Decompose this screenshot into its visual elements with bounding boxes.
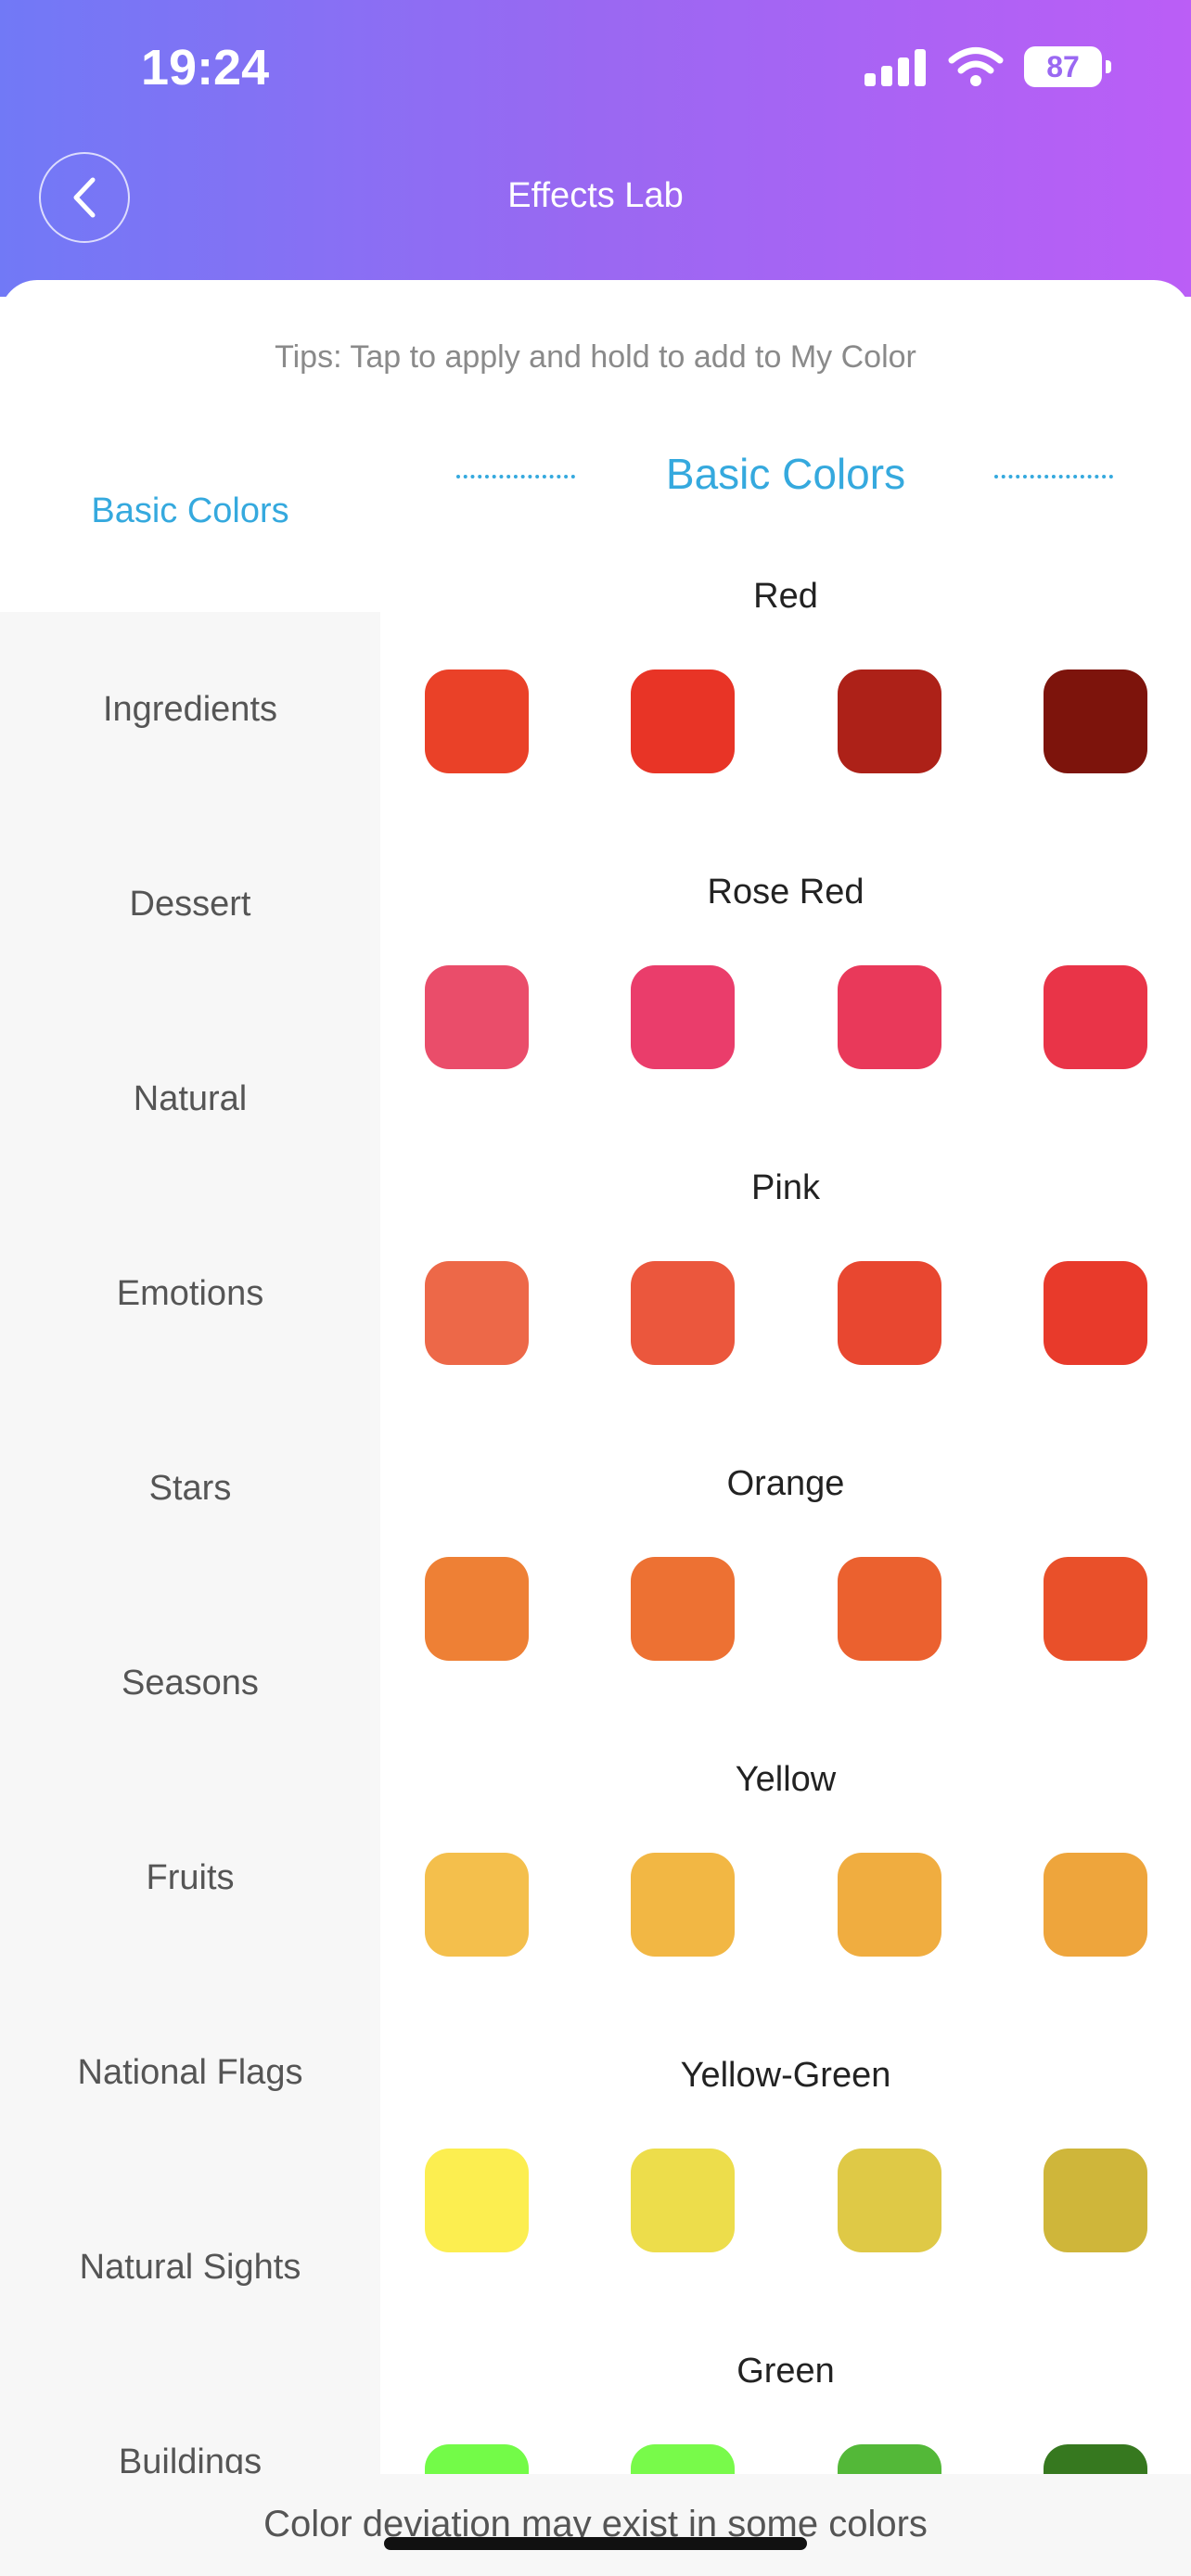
color-swatch[interactable] [631,1261,735,1365]
color-swatch[interactable] [425,1853,529,1957]
sidebar-item[interactable]: Dessert [0,885,380,925]
sidebar-item[interactable]: Seasons [0,1664,380,1703]
color-swatch[interactable] [425,1261,529,1365]
color-swatch[interactable] [1044,965,1147,1069]
color-swatch[interactable] [1044,2149,1147,2252]
color-swatch[interactable] [838,965,941,1069]
status-time: 19:24 [141,40,270,96]
sidebar-item[interactable]: Ingredients [0,690,380,730]
color-swatch[interactable] [631,1557,735,1661]
color-swatch[interactable] [1044,1853,1147,1957]
sidebar-item[interactable]: National Flags [0,2053,380,2093]
color-swatch[interactable] [425,2149,529,2252]
color-group-title: Yellow-Green [680,2056,891,2095]
color-swatch[interactable] [425,670,529,773]
sidebar-item[interactable]: Fruits [0,1858,380,1898]
sidebar-item[interactable]: Natural [0,1079,380,1119]
color-swatch[interactable] [425,965,529,1069]
home-indicator [384,2537,807,2550]
color-group-title: Red [753,577,818,616]
color-swatch[interactable] [838,1557,941,1661]
page-title: Effects Lab [507,176,684,215]
color-swatch[interactable] [1044,670,1147,773]
color-swatch[interactable] [631,965,735,1069]
cellular-signal-icon [864,49,926,86]
color-swatch[interactable] [838,1261,941,1365]
tips-text: Tips: Tap to apply and hold to add to My… [275,339,916,375]
color-swatch[interactable] [1044,1261,1147,1365]
color-swatch[interactable] [425,1557,529,1661]
color-group-title: Pink [751,1168,820,1207]
color-swatch[interactable] [631,670,735,773]
color-group-title: Green [736,2352,835,2391]
sidebar-item[interactable]: Stars [0,1469,380,1509]
color-group-title: Yellow [735,1760,837,1799]
battery-indicator: 87 [1024,46,1111,87]
color-swatch[interactable] [631,2149,735,2252]
wifi-icon [948,47,1004,86]
color-swatch[interactable] [1044,1557,1147,1661]
status-icons: 87 [864,46,1111,87]
sidebar-item[interactable]: Natural Sights [0,2248,380,2288]
sidebar-item-basic-colors[interactable]: Basic Colors [0,491,380,531]
color-swatch[interactable] [838,670,941,773]
color-swatch[interactable] [631,1853,735,1957]
color-swatch[interactable] [838,1853,941,1957]
color-group-title: Orange [726,1464,845,1503]
section-divider-right [994,475,1113,478]
sidebar-item[interactable]: Emotions [0,1274,380,1314]
section-title: Basic Colors [665,450,906,498]
color-swatch[interactable] [838,2149,941,2252]
color-group-title: Rose Red [707,873,864,912]
